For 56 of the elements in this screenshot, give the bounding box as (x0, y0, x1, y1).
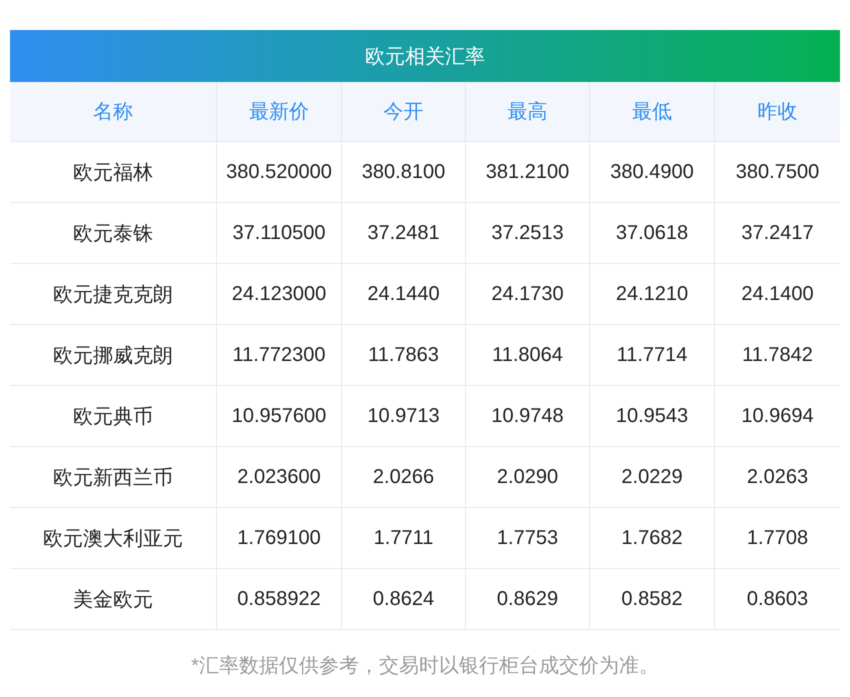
table-cell: 1.7708 (715, 508, 840, 569)
table-cell: 1.7711 (342, 508, 466, 569)
table-cell: 0.8582 (590, 569, 715, 630)
table-cell: 10.957600 (217, 386, 342, 447)
table-cell: 2.023600 (217, 447, 342, 508)
table-cell: 37.2513 (466, 203, 590, 264)
table-cell: 1.769100 (217, 508, 342, 569)
table-cell: 欧元挪威克朗 (10, 325, 217, 386)
column-header: 最高 (466, 82, 590, 142)
table-cell: 380.8100 (342, 142, 466, 203)
table-cell: 10.9543 (590, 386, 715, 447)
column-header: 昨收 (715, 82, 840, 142)
table-cell: 欧元新西兰币 (10, 447, 217, 508)
table-cell: 10.9694 (715, 386, 840, 447)
table-cell: 24.1440 (342, 264, 466, 325)
table-cell: 24.1400 (715, 264, 840, 325)
table-cell: 欧元典币 (10, 386, 217, 447)
table-cell: 欧元福林 (10, 142, 217, 203)
table-cell: 380.520000 (217, 142, 342, 203)
table-cell: 11.8064 (466, 325, 590, 386)
column-header: 今开 (342, 82, 466, 142)
table-cell: 2.0229 (590, 447, 715, 508)
table-cell: 24.1210 (590, 264, 715, 325)
table-cell: 381.2100 (466, 142, 590, 203)
table-cell: 37.2481 (342, 203, 466, 264)
table-cell: 0.8624 (342, 569, 466, 630)
table-cell: 欧元澳大利亚元 (10, 508, 217, 569)
table-cell: 37.110500 (217, 203, 342, 264)
table-cell: 2.0266 (342, 447, 466, 508)
table-cell: 0.858922 (217, 569, 342, 630)
table-cell: 37.2417 (715, 203, 840, 264)
table-cell: 2.0263 (715, 447, 840, 508)
column-header: 最新价 (217, 82, 342, 142)
column-header: 最低 (590, 82, 715, 142)
table-cell: 11.7863 (342, 325, 466, 386)
table-title: 欧元相关汇率 (10, 30, 840, 82)
table-cell: 2.0290 (466, 447, 590, 508)
table-cell: 1.7682 (590, 508, 715, 569)
table-cell: 11.7842 (715, 325, 840, 386)
table-cell: 380.4900 (590, 142, 715, 203)
table-cell: 11.7714 (590, 325, 715, 386)
table-cell: 欧元泰铢 (10, 203, 217, 264)
footnote: *汇率数据仅供参考，交易时以银行柜台成交价为准。 (190, 654, 660, 679)
table-cell: 380.7500 (715, 142, 840, 203)
table-cell: 10.9713 (342, 386, 466, 447)
table-cell: 24.1730 (466, 264, 590, 325)
table-cell: 24.123000 (217, 264, 342, 325)
table-cell: 37.0618 (590, 203, 715, 264)
table-cell: 1.7753 (466, 508, 590, 569)
table-cell: 11.772300 (217, 325, 342, 386)
table-cell: 0.8603 (715, 569, 840, 630)
table-cell: 0.8629 (466, 569, 590, 630)
table-cell: 10.9748 (466, 386, 590, 447)
table-cell: 美金欧元 (10, 569, 217, 630)
column-header: 名称 (10, 82, 217, 142)
table-cell: 欧元捷克克朗 (10, 264, 217, 325)
